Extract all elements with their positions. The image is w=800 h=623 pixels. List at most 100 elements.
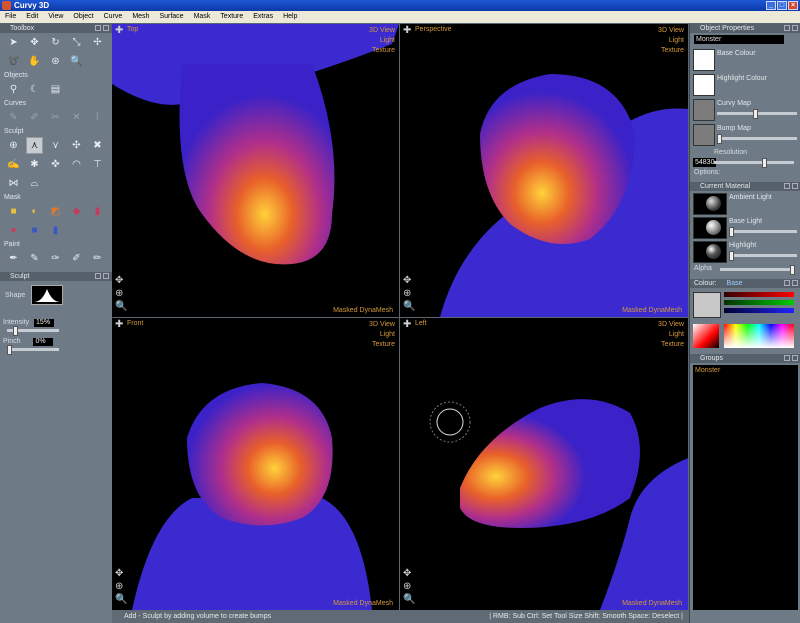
pinch-value[interactable]: 0% — [33, 338, 54, 346]
colour-mode[interactable]: Base — [727, 280, 743, 287]
objprops-collapse-icon[interactable] — [792, 25, 798, 31]
curvy-map-swatch[interactable] — [693, 99, 715, 121]
colour-undock-icon[interactable] — [784, 280, 790, 286]
menu-file[interactable]: File — [0, 11, 21, 23]
ambient-light-swatch[interactable] — [693, 193, 727, 215]
sculpt-collapse-icon[interactable] — [103, 273, 109, 279]
viewport-front-3dview[interactable]: 3D View — [369, 320, 395, 330]
curve-cut-icon[interactable]: ✂ — [48, 110, 63, 125]
bump-map-slider[interactable] — [717, 134, 797, 144]
mask-blur-icon[interactable]: ● — [6, 223, 21, 238]
collapse-icon[interactable] — [103, 25, 109, 31]
sculpt-flatten-icon[interactable]: ⊤ — [90, 157, 105, 172]
menu-texture[interactable]: Texture — [215, 11, 248, 23]
viewport-top-texture[interactable]: Texture — [369, 46, 395, 56]
camera-orbit-icon[interactable]: ⊕ — [115, 289, 125, 299]
bump-map-swatch[interactable] — [693, 124, 715, 146]
hue-picker[interactable] — [724, 324, 794, 348]
mask-sharpen-icon[interactable]: ■ — [27, 223, 42, 238]
material-collapse-icon[interactable] — [792, 183, 798, 189]
intensity-slider[interactable] — [7, 325, 59, 336]
curvy-map-slider[interactable] — [717, 109, 797, 119]
resolution-value[interactable]: 54830 — [693, 158, 717, 167]
sculpt-crease-icon[interactable]: ◠ — [69, 157, 84, 172]
viewport-left-light[interactable]: Light — [658, 330, 684, 340]
sculpt-add-icon[interactable]: ⋏ — [26, 137, 43, 154]
menu-extras[interactable]: Extras — [248, 11, 278, 23]
zoom-icon[interactable]: 🔍 — [69, 54, 84, 69]
rotate-icon[interactable]: ↻ — [48, 35, 63, 50]
highlight-slider[interactable] — [729, 251, 797, 261]
camera-move-icon[interactable]: ✥ — [115, 569, 125, 579]
camera-orbit-icon[interactable]: ⊕ — [403, 289, 413, 299]
colour-collapse-icon[interactable] — [792, 280, 798, 286]
menu-edit[interactable]: Edit — [21, 11, 43, 23]
sculpt-undock-icon[interactable] — [95, 273, 101, 279]
viewport-top-light[interactable]: Light — [369, 36, 395, 46]
viewport-top-3dview[interactable]: 3D View — [369, 26, 395, 36]
groups-undock-icon[interactable] — [784, 355, 790, 361]
viewport-left-plus-icon[interactable]: ✚ — [403, 320, 412, 330]
sculpt-brush-icon[interactable]: ✍ — [6, 157, 21, 172]
move-icon[interactable]: ✥ — [27, 35, 42, 50]
resolution-slider[interactable] — [714, 158, 794, 168]
mask-clear-icon[interactable]: ◐ — [27, 204, 42, 219]
viewport-front-light[interactable]: Light — [369, 330, 395, 340]
base-light-slider-knob[interactable] — [729, 227, 734, 237]
paint-airbrush-icon[interactable]: ✎ — [27, 251, 42, 266]
close-button[interactable]: × — [788, 1, 798, 10]
base-light-swatch[interactable] — [693, 217, 727, 239]
select-arrow-icon[interactable]: ➤ — [6, 35, 21, 50]
viewport-front[interactable]: ✚ Front 3D View Light Texture Masked Dyn… — [112, 318, 399, 610]
pinch-slider-knob[interactable] — [7, 344, 12, 355]
curve-brush-icon[interactable]: ✐ — [27, 110, 42, 125]
viewport-left[interactable]: ✚ Left 3D View Light Texture Masked Dyna… — [400, 318, 688, 610]
blue-slider[interactable] — [724, 308, 794, 313]
brush-shape-preview[interactable] — [31, 285, 64, 305]
alpha-slider[interactable] — [720, 265, 795, 275]
intensity-value[interactable]: 15% — [34, 319, 55, 327]
viewport-left-3dview[interactable]: 3D View — [658, 320, 684, 330]
menu-mesh[interactable]: Mesh — [127, 11, 154, 23]
viewport-perspective[interactable]: ✚ Perspective 3D View Light Texture Mask… — [400, 24, 688, 317]
object-name-field[interactable]: Monster — [694, 35, 784, 44]
undock-icon[interactable] — [95, 25, 101, 31]
object-plane-icon[interactable]: ▤ — [48, 82, 63, 97]
material-undock-icon[interactable] — [784, 183, 790, 189]
menu-object[interactable]: Object — [68, 11, 98, 23]
viewport-front-texture[interactable]: Texture — [369, 340, 395, 350]
curvy-map-slider-knob[interactable] — [753, 109, 758, 119]
menu-help[interactable]: Help — [278, 11, 302, 23]
camera-zoom-icon[interactable]: 🔍 — [403, 302, 415, 312]
sculpt-smooth-icon[interactable]: ✣ — [69, 138, 84, 153]
curve-extend-icon[interactable]: ⌇ — [90, 110, 105, 125]
sculpt-target-icon[interactable]: ⊕ — [6, 138, 21, 153]
camera-zoom-icon[interactable]: 🔍 — [115, 595, 127, 605]
camera-move-icon[interactable]: ✥ — [115, 276, 125, 286]
sculpt-layer-icon[interactable]: ⌓ — [27, 176, 42, 191]
pinch-slider[interactable] — [7, 344, 59, 355]
curve-pen-icon[interactable]: ✎ — [6, 110, 21, 125]
base-colour-swatch[interactable] — [693, 49, 715, 71]
camera-move-icon[interactable]: ✥ — [403, 569, 413, 579]
objprops-undock-icon[interactable] — [784, 25, 790, 31]
viewport-front-plus-icon[interactable]: ✚ — [115, 320, 124, 330]
highlight-slider-knob[interactable] — [729, 251, 734, 261]
scale-icon[interactable]: ⤡ — [69, 35, 84, 50]
base-light-slider[interactable] — [729, 227, 797, 237]
viewport-top[interactable]: ✚ Top 3D View Light Texture Masked DynaM… — [112, 24, 399, 317]
mask-grow-icon[interactable]: ◆ — [69, 204, 84, 219]
mask-invert-icon[interactable]: ◩ — [48, 204, 63, 219]
group-item[interactable]: Monster — [695, 367, 796, 374]
transform-icon[interactable]: ✢ — [90, 35, 105, 50]
mask-fill-icon[interactable]: ▮ — [48, 223, 63, 238]
mask-paint-icon[interactable]: ■ — [6, 204, 21, 219]
sculpt-inflate-icon[interactable]: ✜ — [48, 157, 63, 172]
alpha-slider-knob[interactable] — [790, 265, 795, 275]
lasso-icon[interactable]: ➰ — [6, 54, 21, 69]
curve-delete-icon[interactable]: ✕ — [69, 110, 84, 125]
menu-curve[interactable]: Curve — [99, 11, 128, 23]
paint-smudge-icon[interactable]: ✑ — [48, 251, 63, 266]
highlight-colour-swatch[interactable] — [693, 74, 715, 96]
sculpt-mirror-icon[interactable]: ⋈ — [6, 176, 21, 191]
